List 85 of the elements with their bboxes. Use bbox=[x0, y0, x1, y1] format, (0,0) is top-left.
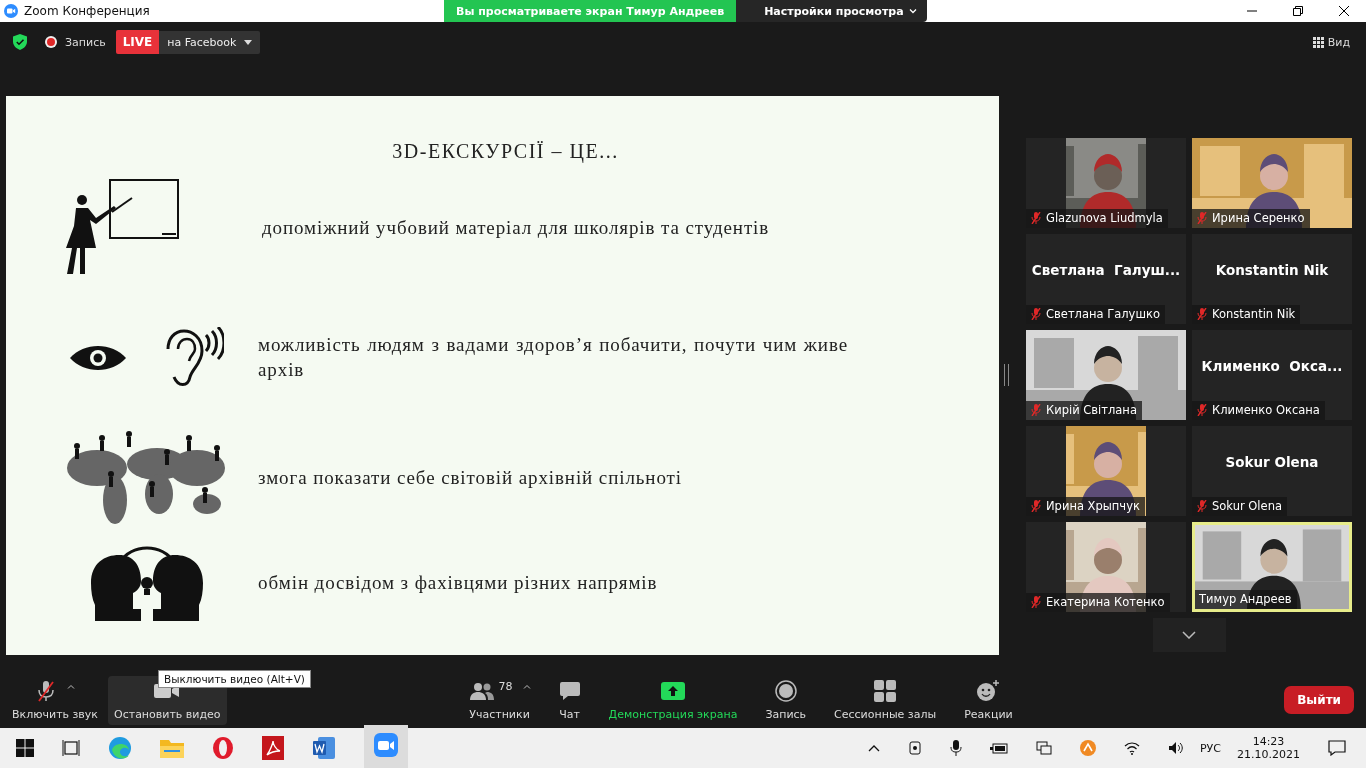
record-icon bbox=[774, 679, 797, 702]
word-processor-icon[interactable] bbox=[312, 736, 336, 760]
unmute-button[interactable]: Включить звук bbox=[6, 675, 104, 725]
record-button[interactable]: Запись bbox=[759, 675, 813, 725]
participant-name-label: Кирій Світлана bbox=[1026, 401, 1142, 420]
video-tile[interactable]: Светлана Галуш... Светлана Галушко bbox=[1026, 234, 1186, 324]
smiley-plus-icon bbox=[976, 679, 1001, 702]
close-icon[interactable] bbox=[1338, 5, 1350, 17]
notifications-icon[interactable] bbox=[1328, 740, 1346, 756]
muted-mic-icon bbox=[35, 679, 57, 702]
shield-icon[interactable] bbox=[13, 34, 27, 50]
opera-icon[interactable] bbox=[212, 736, 234, 760]
video-tile[interactable]: Ирина Хрыпчук bbox=[1026, 426, 1186, 516]
video-tile[interactable]: Ирина Серенко bbox=[1192, 138, 1352, 228]
language-indicator[interactable]: РУС bbox=[1200, 741, 1221, 755]
clock-date[interactable]: 21.10.2021 bbox=[1237, 748, 1300, 761]
battery-icon[interactable] bbox=[990, 742, 1008, 754]
share-button[interactable]: Демонстрация экрана bbox=[602, 675, 744, 725]
video-tile[interactable]: Konstantin Nik Konstantin Nik bbox=[1192, 234, 1352, 324]
participant-count: 78 bbox=[498, 679, 513, 693]
pdf-reader-icon[interactable] bbox=[262, 736, 284, 760]
window-title: Zoom Конференция bbox=[24, 4, 150, 18]
camera-icon[interactable] bbox=[908, 741, 922, 755]
splitter-handle[interactable] bbox=[1004, 364, 1009, 386]
video-app-icon[interactable] bbox=[374, 733, 398, 757]
chat-bubble-icon bbox=[558, 680, 581, 701]
caret-icon bbox=[244, 39, 253, 45]
chevron-down-icon bbox=[908, 8, 917, 14]
view-options-button[interactable]: Настройки просмотра bbox=[736, 0, 927, 22]
speaker-icon[interactable] bbox=[1168, 741, 1184, 755]
participants-button[interactable]: 78 Участники bbox=[462, 675, 537, 725]
people-icon bbox=[468, 681, 495, 700]
participant-name-label: Светлана Галушко bbox=[1026, 305, 1165, 324]
microphone-icon[interactable] bbox=[950, 740, 962, 756]
participant-name-label: Ирина Серенко bbox=[1192, 209, 1310, 228]
caret-up-icon[interactable] bbox=[868, 744, 880, 752]
eye-icon bbox=[70, 344, 126, 372]
participant-name-label: Клименко Оксана bbox=[1192, 401, 1325, 420]
screen-share-banner: Вы просматриваете экран Тимур Андреев bbox=[444, 0, 737, 22]
folder-icon[interactable] bbox=[160, 738, 184, 758]
participant-display-name: Клименко Окса... bbox=[1201, 358, 1343, 374]
network-icon[interactable] bbox=[1036, 741, 1052, 755]
ear-icon bbox=[166, 327, 224, 389]
participant-name-label: Екатерина Котенко bbox=[1026, 593, 1170, 612]
view-button[interactable]: Вид bbox=[1306, 34, 1356, 50]
chat-button[interactable]: Чат bbox=[552, 675, 587, 725]
four-squares-icon bbox=[874, 679, 897, 702]
recording-icon bbox=[45, 36, 57, 48]
video-tile[interactable]: Sokur Olena Sokur Olena bbox=[1192, 426, 1352, 516]
participant-display-name: Konstantin Nik bbox=[1215, 262, 1329, 278]
browser-icon[interactable] bbox=[108, 736, 132, 760]
live-badge: LIVE bbox=[115, 30, 160, 54]
share-screen-icon bbox=[660, 681, 685, 700]
task-view-icon[interactable] bbox=[62, 739, 80, 757]
caret-up-icon bbox=[67, 683, 75, 689]
participant-name-label: Glazunova Liudmyla bbox=[1026, 209, 1168, 228]
participant-name-label: Тимур Андреев bbox=[1195, 590, 1297, 609]
chevron-down-icon bbox=[1182, 631, 1196, 639]
participant-display-name: Светлана Галуш... bbox=[1031, 262, 1181, 278]
video-tile[interactable]: Glazunova Liudmyla bbox=[1026, 138, 1186, 228]
leave-button[interactable]: Выйти bbox=[1284, 686, 1354, 714]
breakout-button[interactable]: Сессионные залы bbox=[828, 675, 943, 725]
video-tile[interactable]: Кирій Світлана bbox=[1026, 330, 1186, 420]
participant-name-label: Ирина Хрыпчук bbox=[1026, 497, 1145, 516]
live-destination-button[interactable]: на Facebook bbox=[159, 30, 261, 54]
caret-up-icon bbox=[522, 683, 531, 689]
wifi-icon[interactable] bbox=[1124, 741, 1140, 755]
slide-title: 3D-ЕКСКУРСІЇ – ЦЕ... bbox=[391, 140, 620, 163]
video-tile[interactable]: Екатерина Котенко bbox=[1026, 522, 1186, 612]
slide-bullet-text: обмін досвідом з фахівцями різних напрямів bbox=[258, 570, 659, 595]
restore-icon[interactable] bbox=[1292, 5, 1304, 17]
clock-time[interactable]: 14:23 bbox=[1252, 735, 1285, 748]
video-tile[interactable]: Тимур Андреев bbox=[1192, 522, 1352, 612]
reactions-button[interactable]: Реакции bbox=[958, 675, 1019, 725]
participant-name-label: Konstantin Nik bbox=[1192, 305, 1301, 324]
participant-name-label: Sokur Olena bbox=[1192, 497, 1287, 516]
recording-label: Запись bbox=[65, 35, 106, 49]
slide-bullet-text: допоміжний учбовий матеріал для школярів та студентів bbox=[262, 215, 771, 240]
windows-start-icon[interactable] bbox=[16, 739, 34, 757]
slide-bullet-text: змога показати себе світовій архівній спільноті bbox=[258, 465, 683, 490]
slide-bullet-text: можливість людям з вадами здоров’я побачити, почути чим живе архів bbox=[258, 333, 848, 382]
zoom-logo-icon bbox=[4, 4, 18, 18]
grid-icon bbox=[1312, 36, 1324, 48]
participant-display-name: Sokur Olena bbox=[1225, 454, 1319, 470]
video-tile[interactable]: Клименко Окса... Клименко Оксана bbox=[1192, 330, 1352, 420]
